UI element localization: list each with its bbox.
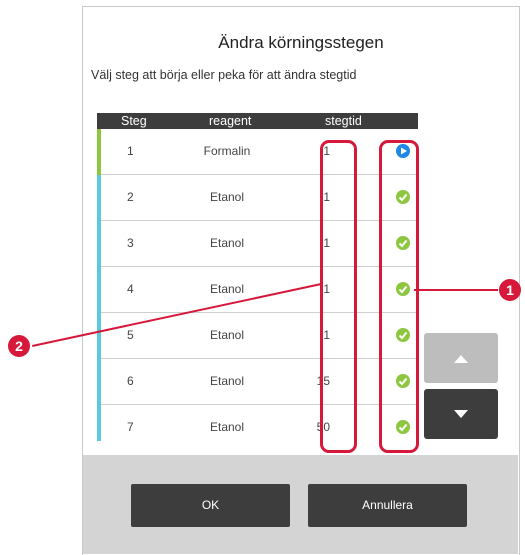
header-steg: Steg	[121, 114, 147, 128]
reagent-color-bar	[97, 267, 101, 313]
step-number: 7	[127, 420, 134, 434]
scroll-down-button[interactable]	[424, 389, 498, 439]
step-time-callout-box	[320, 140, 357, 453]
dialog-footer: OK Annullera	[83, 455, 518, 554]
table-row[interactable]: 4 Etanol 1	[97, 267, 418, 313]
table-row[interactable]: 1 Formalin 1	[97, 129, 418, 175]
reagent-name: Etanol	[209, 328, 245, 342]
chevron-up-icon	[454, 354, 468, 363]
reagent-name: Etanol	[209, 236, 245, 250]
step-number: 2	[127, 190, 134, 204]
steps-table: Steg reagent stegtid 1 Formalin 1 2 Etan…	[97, 113, 418, 441]
table-row[interactable]: 6 Etanol 15	[97, 359, 418, 405]
reagent-name: Etanol	[209, 374, 245, 388]
table-row[interactable]: 7 Etanol 50	[97, 405, 418, 441]
step-number: 1	[127, 144, 134, 158]
callout-number-1: 1	[499, 279, 521, 301]
reagent-color-bar	[97, 129, 101, 175]
header-stegtid: stegtid	[325, 114, 362, 128]
callout-line-1	[414, 289, 498, 291]
reagent-name: Etanol	[209, 190, 245, 204]
reagent-color-bar	[97, 405, 101, 441]
reagent-color-bar	[97, 175, 101, 221]
scroll-up-button[interactable]	[424, 333, 498, 383]
reagent-name: Formalin	[203, 144, 251, 158]
step-number: 5	[127, 328, 134, 342]
table-header: Steg reagent stegtid	[97, 113, 418, 129]
reagent-name: Etanol	[209, 420, 245, 434]
dialog-title: Ändra körningsstegen	[218, 33, 384, 52]
dialog-subtitle: Välj steg att börja eller peka för att ä…	[91, 68, 357, 82]
reagent-color-bar	[97, 221, 101, 267]
step-number: 4	[127, 282, 134, 296]
status-callout-box	[379, 140, 419, 453]
ok-button[interactable]: OK	[131, 484, 290, 527]
callout-number-2: 2	[8, 335, 30, 357]
cancel-button[interactable]: Annullera	[308, 484, 467, 527]
step-number: 3	[127, 236, 134, 250]
step-number: 6	[127, 374, 134, 388]
table-row[interactable]: 2 Etanol 1	[97, 175, 418, 221]
chevron-down-icon	[454, 409, 468, 418]
header-reagent: reagent	[209, 114, 252, 128]
table-row[interactable]: 3 Etanol 1	[97, 221, 418, 267]
reagent-name: Etanol	[209, 282, 245, 296]
reagent-color-bar	[97, 313, 101, 359]
reagent-color-bar	[97, 359, 101, 405]
